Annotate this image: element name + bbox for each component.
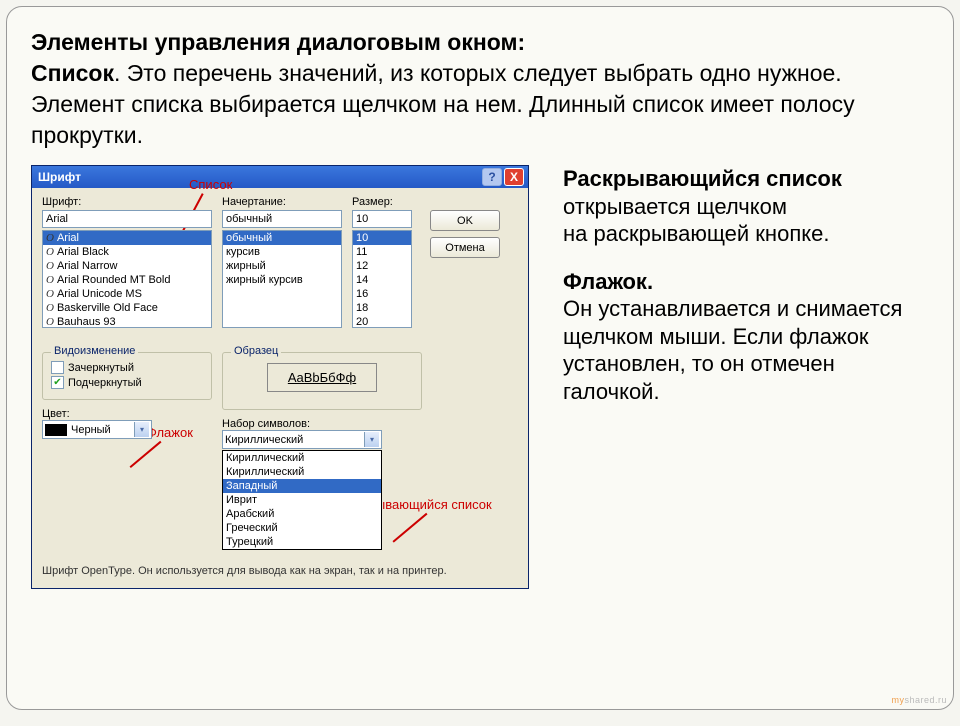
row-font-style-size: Шрифт: OArial OArial Black OArial Narrow… (42, 196, 518, 328)
size-input[interactable] (352, 210, 412, 228)
heading-body: . Это перечень значений, из которых след… (31, 60, 855, 148)
size-listbox[interactable]: 10 11 12 14 16 18 20 (352, 230, 412, 328)
list-item[interactable]: 11 (353, 245, 411, 259)
list-item[interactable]: Турецкий (223, 535, 381, 549)
dialog-body: Шрифт: OArial OArial Black OArial Narrow… (32, 188, 528, 588)
style-listbox[interactable]: обычный курсив жирный жирный курсив (222, 230, 342, 328)
color-swatch-icon (45, 424, 67, 436)
list-item[interactable]: OBaskerville Old Face (43, 301, 211, 315)
list-item[interactable]: 18 (353, 301, 411, 315)
side-text: Раскрывающийся список открывается щелчко… (563, 165, 929, 589)
list-item[interactable]: 20 (353, 315, 411, 328)
size-label: Размер: (352, 196, 412, 208)
close-button[interactable]: X (504, 168, 524, 186)
sample-group: Образец AaBbБбФф (222, 352, 422, 410)
list-item[interactable]: OArial Unicode MS (43, 287, 211, 301)
dialog-screenshot: Список Флажок Раскрывающийся список Шриф… (31, 165, 543, 589)
list-item[interactable]: Греческий (223, 521, 381, 535)
status-text: Шрифт OpenType. Он используется для выво… (42, 564, 518, 578)
heading-list-term: Список (31, 60, 114, 86)
list-item[interactable]: Западный (223, 479, 381, 493)
ok-button[interactable]: OK (430, 210, 500, 231)
heading: Элементы управления диалоговым окном: Сп… (31, 27, 929, 151)
sample-text: AaBbБбФф (267, 363, 377, 392)
list-item[interactable]: жирный (223, 259, 341, 273)
list-item[interactable]: Кириллический (223, 465, 381, 479)
dialog-title: Шрифт (38, 170, 81, 184)
checkbox-icon: ✔ (51, 376, 64, 389)
underline-checkbox[interactable]: ✔ Подчеркнутый (51, 376, 203, 389)
dialog-titlebar[interactable]: Шрифт ? X (32, 166, 528, 188)
color-label: Цвет: (42, 408, 70, 420)
style-label: Начертание: (222, 196, 342, 208)
list-item[interactable]: Кириллический (223, 451, 381, 465)
list-item[interactable]: OArial (43, 231, 211, 245)
font-listbox[interactable]: OArial OArial Black OArial Narrow OArial… (42, 230, 212, 328)
font-dialog: Шрифт ? X Шрифт: OArial (31, 165, 529, 589)
checkbox-icon (51, 361, 64, 374)
list-item[interactable]: Арабский (223, 507, 381, 521)
list-item[interactable]: Иврит (223, 493, 381, 507)
row-effects-sample: Видоизменение Зачеркнутый ✔ Подчеркнутый (42, 340, 518, 550)
watermark: myshared.ru (891, 695, 947, 705)
list-item[interactable]: OArial Narrow (43, 259, 211, 273)
charset-label: Набор символов: (222, 418, 310, 430)
side-para-checkbox: Флажок. Он устанавливается и снимается щ… (563, 268, 929, 406)
font-label: Шрифт: (42, 196, 212, 208)
style-input[interactable] (222, 210, 342, 228)
list-item[interactable]: 16 (353, 287, 411, 301)
list-item[interactable]: жирный курсив (223, 273, 341, 287)
help-button[interactable]: ? (482, 168, 502, 186)
chevron-down-icon: ▾ (364, 432, 379, 447)
heading-line1: Элементы управления диалоговым окном: (31, 29, 525, 55)
slide-frame: Элементы управления диалоговым окном: Сп… (6, 6, 954, 710)
list-item[interactable]: 10 (353, 231, 411, 245)
color-dropdown[interactable]: Черный ▾ (42, 420, 152, 439)
sample-title: Образец (231, 345, 281, 357)
effects-title: Видоизменение (51, 345, 138, 357)
strikeout-checkbox[interactable]: Зачеркнутый (51, 361, 203, 374)
list-item[interactable]: OArial Black (43, 245, 211, 259)
font-input[interactable] (42, 210, 212, 228)
cancel-button[interactable]: Отмена (430, 237, 500, 258)
list-item[interactable]: OBauhaus 93 (43, 315, 211, 328)
list-item[interactable]: 12 (353, 259, 411, 273)
list-item[interactable]: 14 (353, 273, 411, 287)
side-para-dropdown: Раскрывающийся список открывается щелчко… (563, 165, 929, 248)
effects-group: Видоизменение Зачеркнутый ✔ Подчеркнутый (42, 352, 212, 400)
list-item[interactable]: OArial Rounded MT Bold (43, 273, 211, 287)
list-item[interactable]: обычный (223, 231, 341, 245)
content-row: Список Флажок Раскрывающийся список Шриф… (31, 165, 929, 589)
list-item[interactable]: курсив (223, 245, 341, 259)
chevron-down-icon: ▾ (134, 422, 149, 437)
charset-dropdown-list[interactable]: Кириллический Кириллический Западный Ивр… (222, 450, 382, 550)
charset-dropdown[interactable]: Кириллический ▾ (222, 430, 382, 449)
